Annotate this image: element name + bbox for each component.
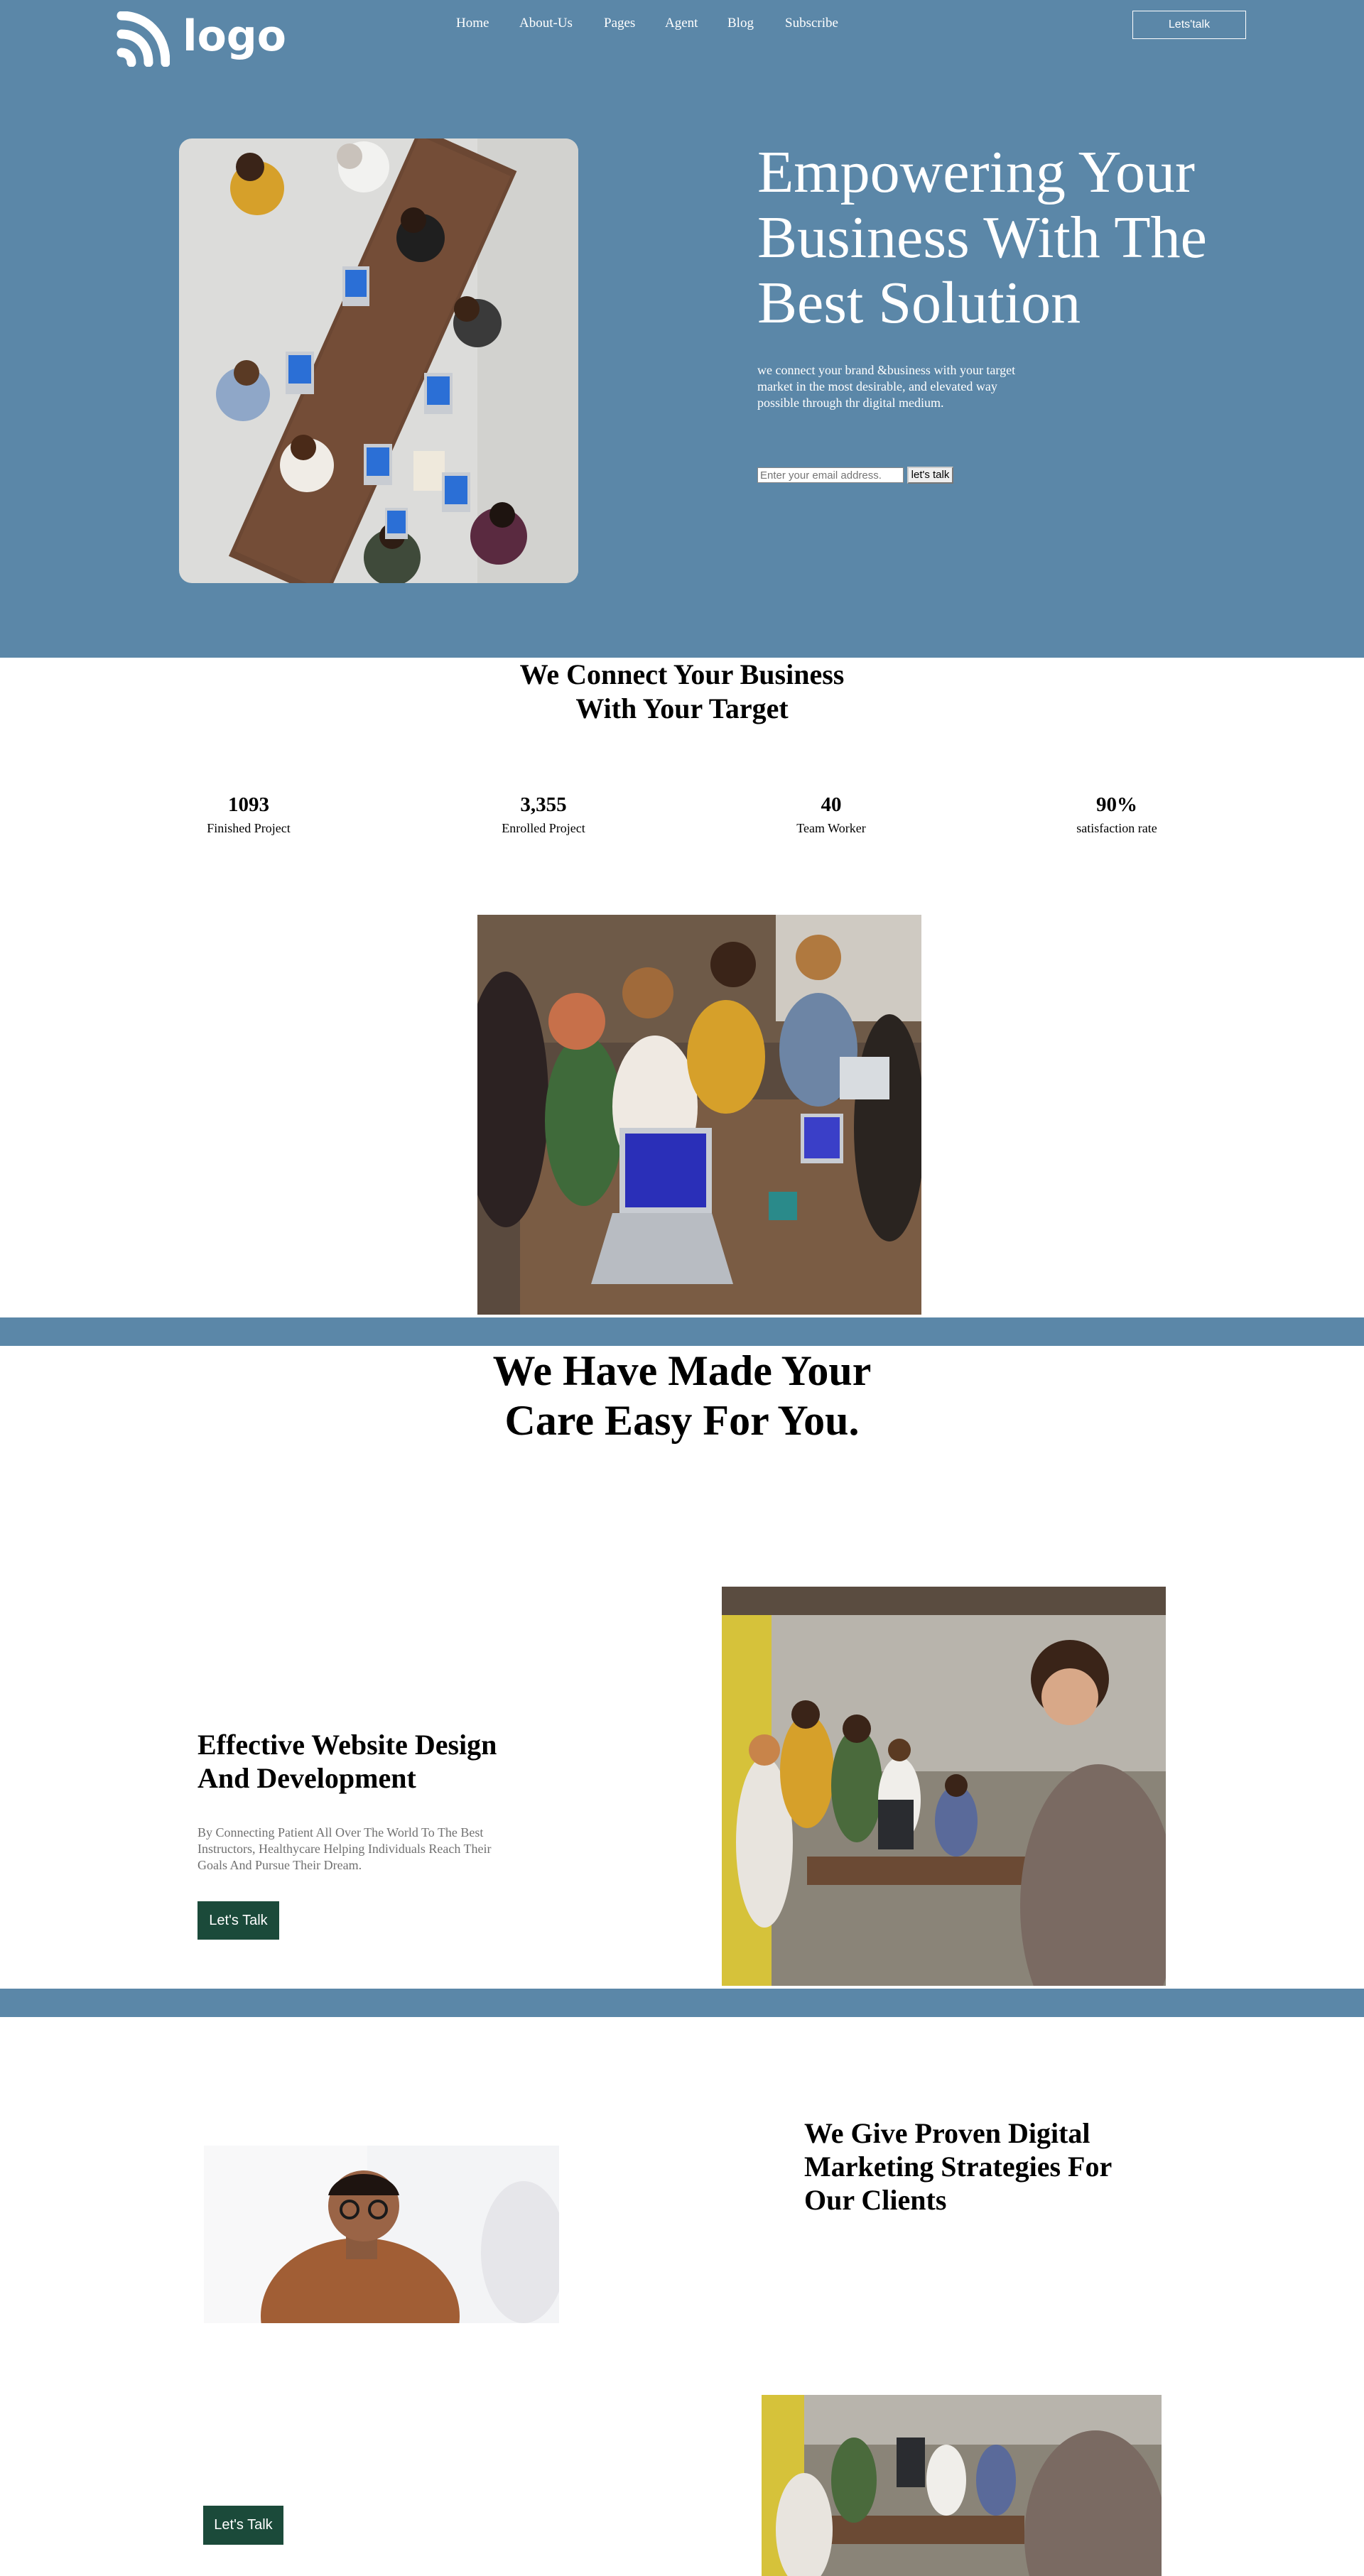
stat-label: Team Worker [796, 821, 866, 835]
divider-band [0, 1317, 1364, 1346]
logo-text: logo [183, 11, 286, 61]
nav-blog[interactable]: Blog [727, 16, 754, 31]
nav-pages[interactable]: Pages [604, 16, 635, 31]
stat-satisfaction: 90% satisfaction rate [1010, 793, 1223, 836]
stat-finished: 1093 Finished Project [142, 793, 355, 836]
stat-label: Finished Project [207, 821, 291, 835]
office-team-photo-small [762, 2395, 1162, 2576]
nav-about-us[interactable]: About-Us [519, 16, 573, 31]
smiling-man-photo [204, 2146, 559, 2323]
stat-value: 3,355 [520, 793, 567, 816]
logo-icon [117, 11, 170, 67]
marketing-title: We Give Proven Digital Marketing Strateg… [804, 2117, 1113, 2216]
divider-band [0, 1989, 1364, 2017]
connect-title: We Connect Your Business With Your Targe… [519, 658, 845, 724]
nav-subscribe[interactable]: Subscribe [785, 16, 838, 31]
office-team-photo [722, 1587, 1166, 1986]
stat-value: 90% [1096, 793, 1137, 816]
stat-label: satisfaction rate [1076, 821, 1157, 835]
meeting-photo [477, 915, 921, 1315]
logo[interactable]: logo [116, 10, 286, 67]
hero-description: we connect your brand &business with you… [757, 363, 1016, 410]
hero-team-photo [179, 138, 578, 583]
stat-team: 40 Team Worker [725, 793, 938, 836]
marketing-lets-talk-button[interactable]: Let's Talk [203, 2506, 283, 2545]
header-cta-button[interactable]: Lets'talk [1132, 11, 1246, 39]
feature-description: By Connecting Patient All Over The World… [197, 1825, 492, 1872]
nav-agent[interactable]: Agent [665, 16, 698, 31]
email-input[interactable] [757, 467, 904, 483]
stat-value: 40 [821, 793, 842, 816]
stat-value: 1093 [228, 793, 269, 816]
nav-home[interactable]: Home [456, 16, 489, 31]
hero-title: Empowering Your Business With The Best S… [757, 139, 1207, 336]
care-title: We Have Made Your Care Easy For You. [492, 1347, 872, 1444]
stat-enrolled: 3,355 Enrolled Project [437, 793, 650, 836]
feature-lets-talk-button[interactable]: Let's Talk [197, 1901, 279, 1940]
stat-label: Enrolled Project [502, 821, 585, 835]
lets-talk-submit-button[interactable]: let's talk [907, 467, 953, 484]
feature-title: Effective Website Design And Development [197, 1729, 497, 1794]
